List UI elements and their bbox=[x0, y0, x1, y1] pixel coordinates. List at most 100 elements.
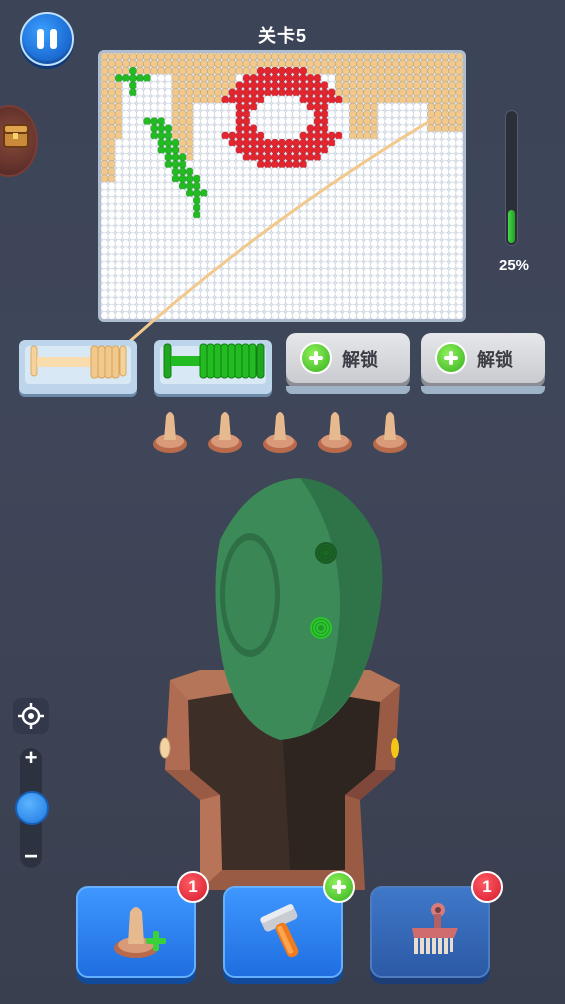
stitch bbox=[306, 152, 315, 162]
stitch bbox=[299, 102, 308, 112]
stitch bbox=[398, 59, 407, 69]
stitch bbox=[292, 210, 301, 220]
zoom-slider-knob[interactable] bbox=[15, 790, 49, 825]
stitch bbox=[405, 81, 414, 90]
stitch bbox=[377, 109, 386, 119]
stitch bbox=[356, 174, 365, 184]
stitch bbox=[412, 109, 421, 119]
stitch bbox=[101, 296, 109, 306]
stitch bbox=[143, 81, 152, 90]
stitch bbox=[192, 131, 201, 140]
hammer-add-badge[interactable] bbox=[323, 871, 355, 903]
stitch bbox=[391, 160, 400, 169]
zoom-in-button[interactable]: + bbox=[20, 745, 42, 771]
stitch bbox=[249, 289, 258, 299]
brush-button[interactable] bbox=[370, 886, 490, 978]
stitch bbox=[434, 124, 443, 133]
peg-5[interactable] bbox=[371, 406, 409, 456]
stitch bbox=[207, 203, 216, 212]
stitch bbox=[256, 282, 265, 291]
stitch bbox=[242, 203, 251, 212]
stitch bbox=[377, 224, 386, 234]
peg-4[interactable] bbox=[316, 406, 354, 456]
stitch bbox=[107, 131, 116, 140]
stitch bbox=[221, 224, 230, 234]
treasure-chest-button[interactable] bbox=[0, 105, 38, 177]
recenter-button[interactable] bbox=[13, 698, 49, 734]
stitch bbox=[285, 95, 294, 104]
stitch bbox=[391, 145, 400, 155]
stitch bbox=[256, 188, 265, 198]
yarn-pot-scene[interactable] bbox=[140, 470, 420, 910]
stitch bbox=[214, 224, 223, 234]
stitch bbox=[263, 66, 272, 76]
stitch bbox=[412, 296, 421, 306]
stitch bbox=[214, 138, 223, 148]
zoom-out-button[interactable]: − bbox=[20, 843, 42, 871]
stitch bbox=[370, 152, 379, 162]
stitch bbox=[214, 282, 223, 291]
stitch bbox=[292, 145, 301, 155]
spool-slot-1[interactable] bbox=[19, 340, 137, 394]
stitch bbox=[363, 109, 372, 119]
stitch bbox=[377, 73, 386, 83]
stitch bbox=[121, 167, 130, 176]
stitch bbox=[419, 289, 428, 299]
stitch bbox=[299, 246, 308, 255]
stitch bbox=[327, 88, 336, 97]
unlock-slot-button-1[interactable]: 解锁 bbox=[286, 333, 410, 383]
stitch bbox=[256, 95, 265, 104]
stitch bbox=[235, 66, 244, 76]
stitch bbox=[207, 303, 216, 313]
stitch bbox=[157, 311, 166, 319]
stitch bbox=[157, 210, 166, 220]
stitch bbox=[384, 88, 393, 97]
stitch bbox=[320, 224, 329, 234]
stitch bbox=[242, 138, 251, 148]
stitch bbox=[455, 73, 463, 83]
stitch bbox=[320, 160, 329, 169]
stitch bbox=[143, 181, 152, 191]
stitch bbox=[356, 217, 365, 227]
stitch bbox=[348, 102, 357, 112]
peg-2[interactable] bbox=[206, 406, 244, 456]
peg-1[interactable] bbox=[151, 406, 189, 456]
stitch bbox=[434, 181, 443, 191]
stitch bbox=[192, 260, 201, 270]
stitch bbox=[306, 102, 315, 112]
stitch bbox=[363, 124, 372, 133]
stitch bbox=[391, 95, 400, 104]
stitch bbox=[157, 232, 166, 241]
stitch bbox=[150, 145, 159, 155]
stitch bbox=[228, 117, 237, 126]
stitch bbox=[348, 109, 357, 119]
stitch bbox=[150, 311, 159, 319]
stitch bbox=[299, 203, 308, 212]
stitch bbox=[199, 95, 208, 104]
stitch bbox=[278, 210, 286, 220]
stitch bbox=[320, 232, 329, 241]
spool-slot-2[interactable] bbox=[154, 340, 272, 394]
stitch bbox=[128, 53, 137, 61]
stitch bbox=[221, 253, 230, 263]
stitch bbox=[356, 109, 365, 119]
stitch bbox=[171, 181, 180, 191]
stitch bbox=[235, 311, 244, 319]
stitch bbox=[405, 311, 414, 319]
add-peg-button[interactable] bbox=[76, 886, 196, 978]
unlock-slot-button-2[interactable]: 解锁 bbox=[421, 333, 545, 383]
unlock-label: 解锁 bbox=[477, 350, 513, 370]
stitch bbox=[455, 66, 463, 76]
stitch bbox=[199, 246, 208, 255]
stitch bbox=[441, 282, 450, 291]
stitch bbox=[136, 196, 145, 205]
stitch bbox=[136, 311, 145, 319]
stitch bbox=[235, 167, 244, 176]
stitch bbox=[427, 95, 436, 104]
stitch bbox=[207, 311, 216, 319]
stitch bbox=[121, 138, 130, 148]
peg-3[interactable] bbox=[261, 406, 299, 456]
stitch bbox=[114, 289, 123, 299]
stitch bbox=[391, 296, 400, 306]
stitch bbox=[427, 59, 436, 69]
